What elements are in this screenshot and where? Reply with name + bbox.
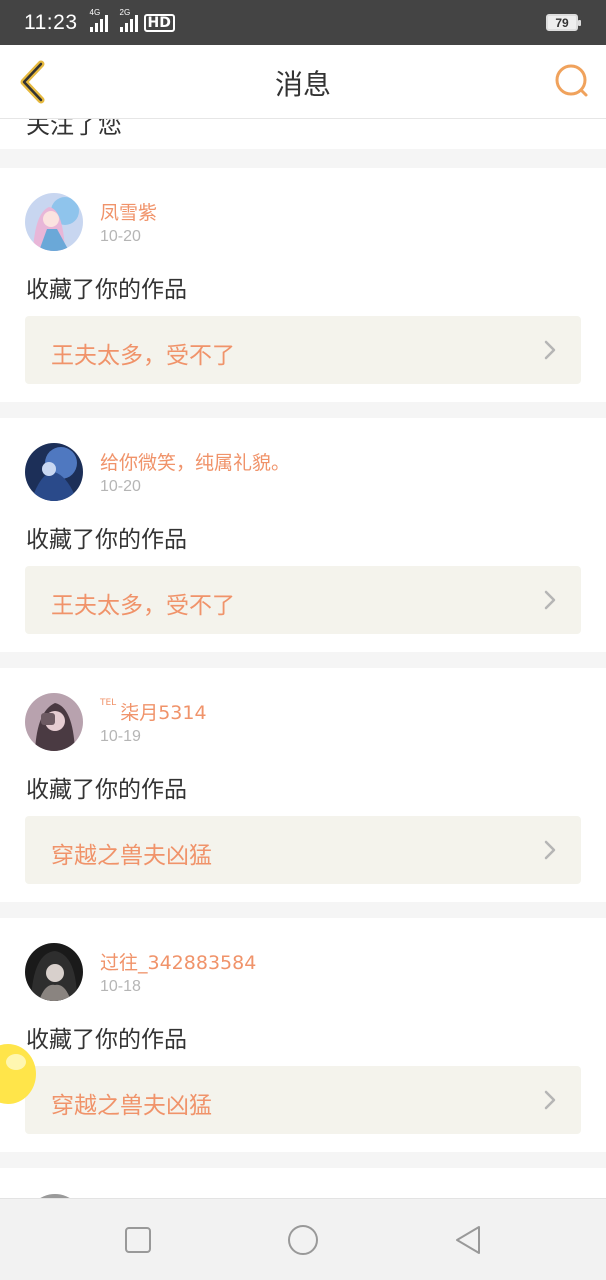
message-action: 收藏了你的作品 <box>26 527 187 553</box>
message-action: 收藏了你的作品 <box>26 277 187 303</box>
message-action: 关注了您 <box>26 119 122 139</box>
hd-voice-icon: HD <box>143 13 175 32</box>
work-link[interactable]: 穿越之兽夫凶猛 <box>25 816 581 884</box>
user-avatar[interactable] <box>25 443 83 501</box>
avatar-dark-blue-art-icon <box>25 443 83 501</box>
system-nav-bar <box>0 1198 606 1280</box>
signal-4g-icon: 4G <box>89 8 108 32</box>
tel-badge: TEL <box>100 698 117 708</box>
work-title: 王夫太多，受不了 <box>51 343 235 369</box>
search-icon <box>555 64 588 97</box>
yellow-bubble-icon <box>0 1044 36 1104</box>
chevron-right-icon <box>544 340 556 360</box>
work-link[interactable]: 王夫太多，受不了 <box>25 566 581 634</box>
work-link[interactable]: 穿越之兽夫凶猛 <box>25 1066 581 1134</box>
message-action: 收藏了你的作品 <box>26 777 187 803</box>
search-button[interactable] <box>552 61 592 101</box>
status-time: 11:23 <box>24 10 78 34</box>
message-card-partial[interactable]: 关注了您 <box>0 119 606 149</box>
work-link[interactable]: 王夫太多，受不了 <box>25 316 581 384</box>
signal-2g-icon: 2G <box>119 8 138 32</box>
triangle-back-icon[interactable] <box>451 1223 485 1257</box>
message-card[interactable]: 给你微笑，纯属礼貌。 10-20 收藏了你的作品 王夫太多，受不了 <box>0 418 606 652</box>
message-date: 10-20 <box>100 228 141 245</box>
floating-assistant-button[interactable] <box>0 1040 38 1110</box>
battery-icon: 79 <box>546 14 581 31</box>
avatar-girl-photo-icon <box>25 693 83 751</box>
nav-bar: 消息 <box>0 45 606 119</box>
avatar-anime-girl-icon <box>25 193 83 251</box>
chevron-right-icon <box>544 590 556 610</box>
avatar-dark-portrait-icon <box>25 943 83 1001</box>
username-link[interactable]: 凤雪紫 <box>100 198 157 225</box>
square-recent-apps-icon[interactable] <box>121 1223 155 1257</box>
username-link[interactable]: TEL 柒月5314 <box>100 698 207 725</box>
message-list[interactable]: 关注了您 凤雪紫 10-20 收藏了你的作品 王夫太多，受不了 给你微笑，纯属礼… <box>0 119 606 1198</box>
username-link[interactable]: 给你微笑，纯属礼貌。 <box>100 448 290 475</box>
work-title: 王夫太多，受不了 <box>51 593 235 619</box>
message-date: 10-18 <box>100 978 141 995</box>
message-card[interactable]: 凤雪紫 10-20 收藏了你的作品 王夫太多，受不了 <box>0 168 606 402</box>
chevron-right-icon <box>544 840 556 860</box>
circle-home-icon[interactable] <box>286 1223 320 1257</box>
work-title: 穿越之兽夫凶猛 <box>51 843 212 869</box>
chevron-right-icon <box>544 1090 556 1110</box>
message-action: 收藏了你的作品 <box>26 1027 187 1053</box>
message-date: 10-19 <box>100 728 141 745</box>
status-bar: 11:23 4G 2G HD 79 <box>0 0 606 45</box>
user-avatar[interactable] <box>25 693 83 751</box>
page-title: 消息 <box>274 68 331 101</box>
user-avatar[interactable] <box>25 943 83 1001</box>
message-card-partial[interactable] <box>0 1168 606 1198</box>
username-link[interactable]: 过往_342883584 <box>100 948 256 975</box>
message-date: 10-20 <box>100 478 141 495</box>
message-card[interactable]: TEL 柒月5314 10-19 收藏了你的作品 穿越之兽夫凶猛 <box>0 668 606 902</box>
user-avatar[interactable] <box>25 193 83 251</box>
message-card[interactable]: 过往_342883584 10-18 收藏了你的作品 穿越之兽夫凶猛 <box>0 918 606 1152</box>
username-text: 柒月5314 <box>120 702 207 724</box>
work-title: 穿越之兽夫凶猛 <box>51 1093 212 1119</box>
